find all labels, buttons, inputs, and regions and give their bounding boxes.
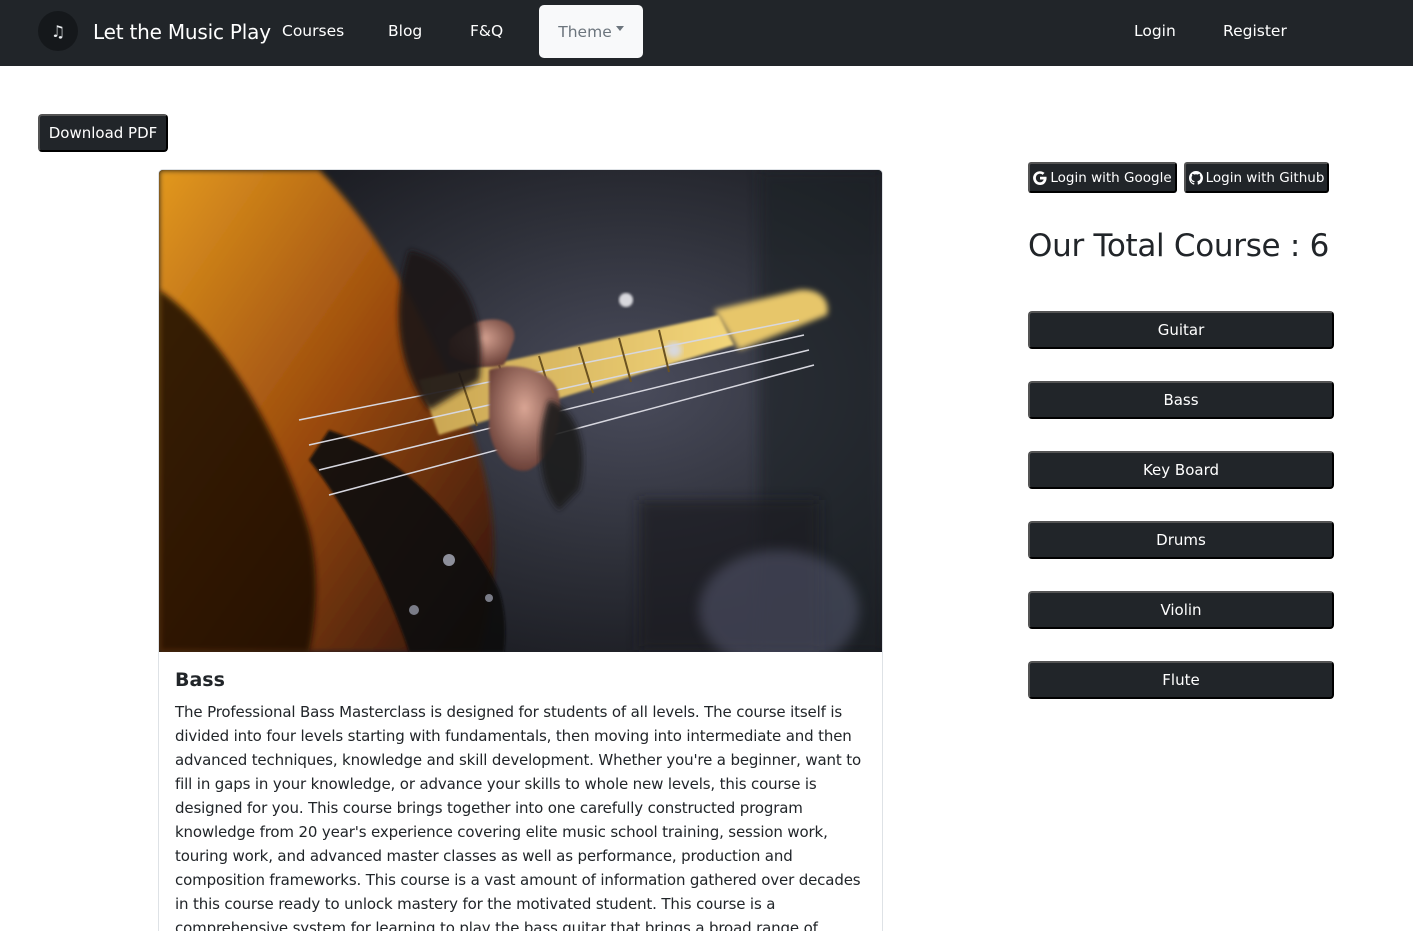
course-button-keyboard[interactable]: Key Board [1028,451,1334,489]
caret-down-icon [615,26,624,31]
theme-label: Theme [558,22,612,41]
brand-name[interactable]: Let the Music Play [93,20,271,44]
navbar: ♫ Let the Music Play Courses Blog F&Q Th… [0,0,1413,66]
github-icon [1188,170,1203,185]
login-github-label: Login with Github [1205,169,1325,186]
login-google-button[interactable]: Login with Google [1028,162,1177,193]
course-card: Bass The Professional Bass Masterclass i… [158,169,883,931]
login-google-label: Login with Google [1050,169,1172,186]
nav-blog[interactable]: Blog [388,22,422,40]
total-course-heading: Our Total Course : 6 [1028,228,1330,264]
download-pdf-button[interactable]: Download PDF [38,114,168,152]
nav-register[interactable]: Register [1223,22,1287,40]
course-button-drums[interactable]: Drums [1028,521,1334,559]
nav-faq[interactable]: F&Q [470,22,503,40]
course-button-violin[interactable]: Violin [1028,591,1334,629]
nav-courses[interactable]: Courses [282,22,344,40]
course-image [159,170,882,652]
course-button-guitar[interactable]: Guitar [1028,311,1334,349]
login-github-button[interactable]: Login with Github [1184,162,1329,193]
google-icon [1033,170,1047,185]
theme-dropdown[interactable]: Theme [539,5,643,58]
nav-login[interactable]: Login [1134,22,1176,40]
music-note-icon[interactable]: ♫ [38,11,78,51]
course-description: The Professional Bass Masterclass is des… [175,703,861,931]
course-button-bass[interactable]: Bass [1028,381,1334,419]
course-title: Bass [175,669,225,691]
course-button-flute[interactable]: Flute [1028,661,1334,699]
